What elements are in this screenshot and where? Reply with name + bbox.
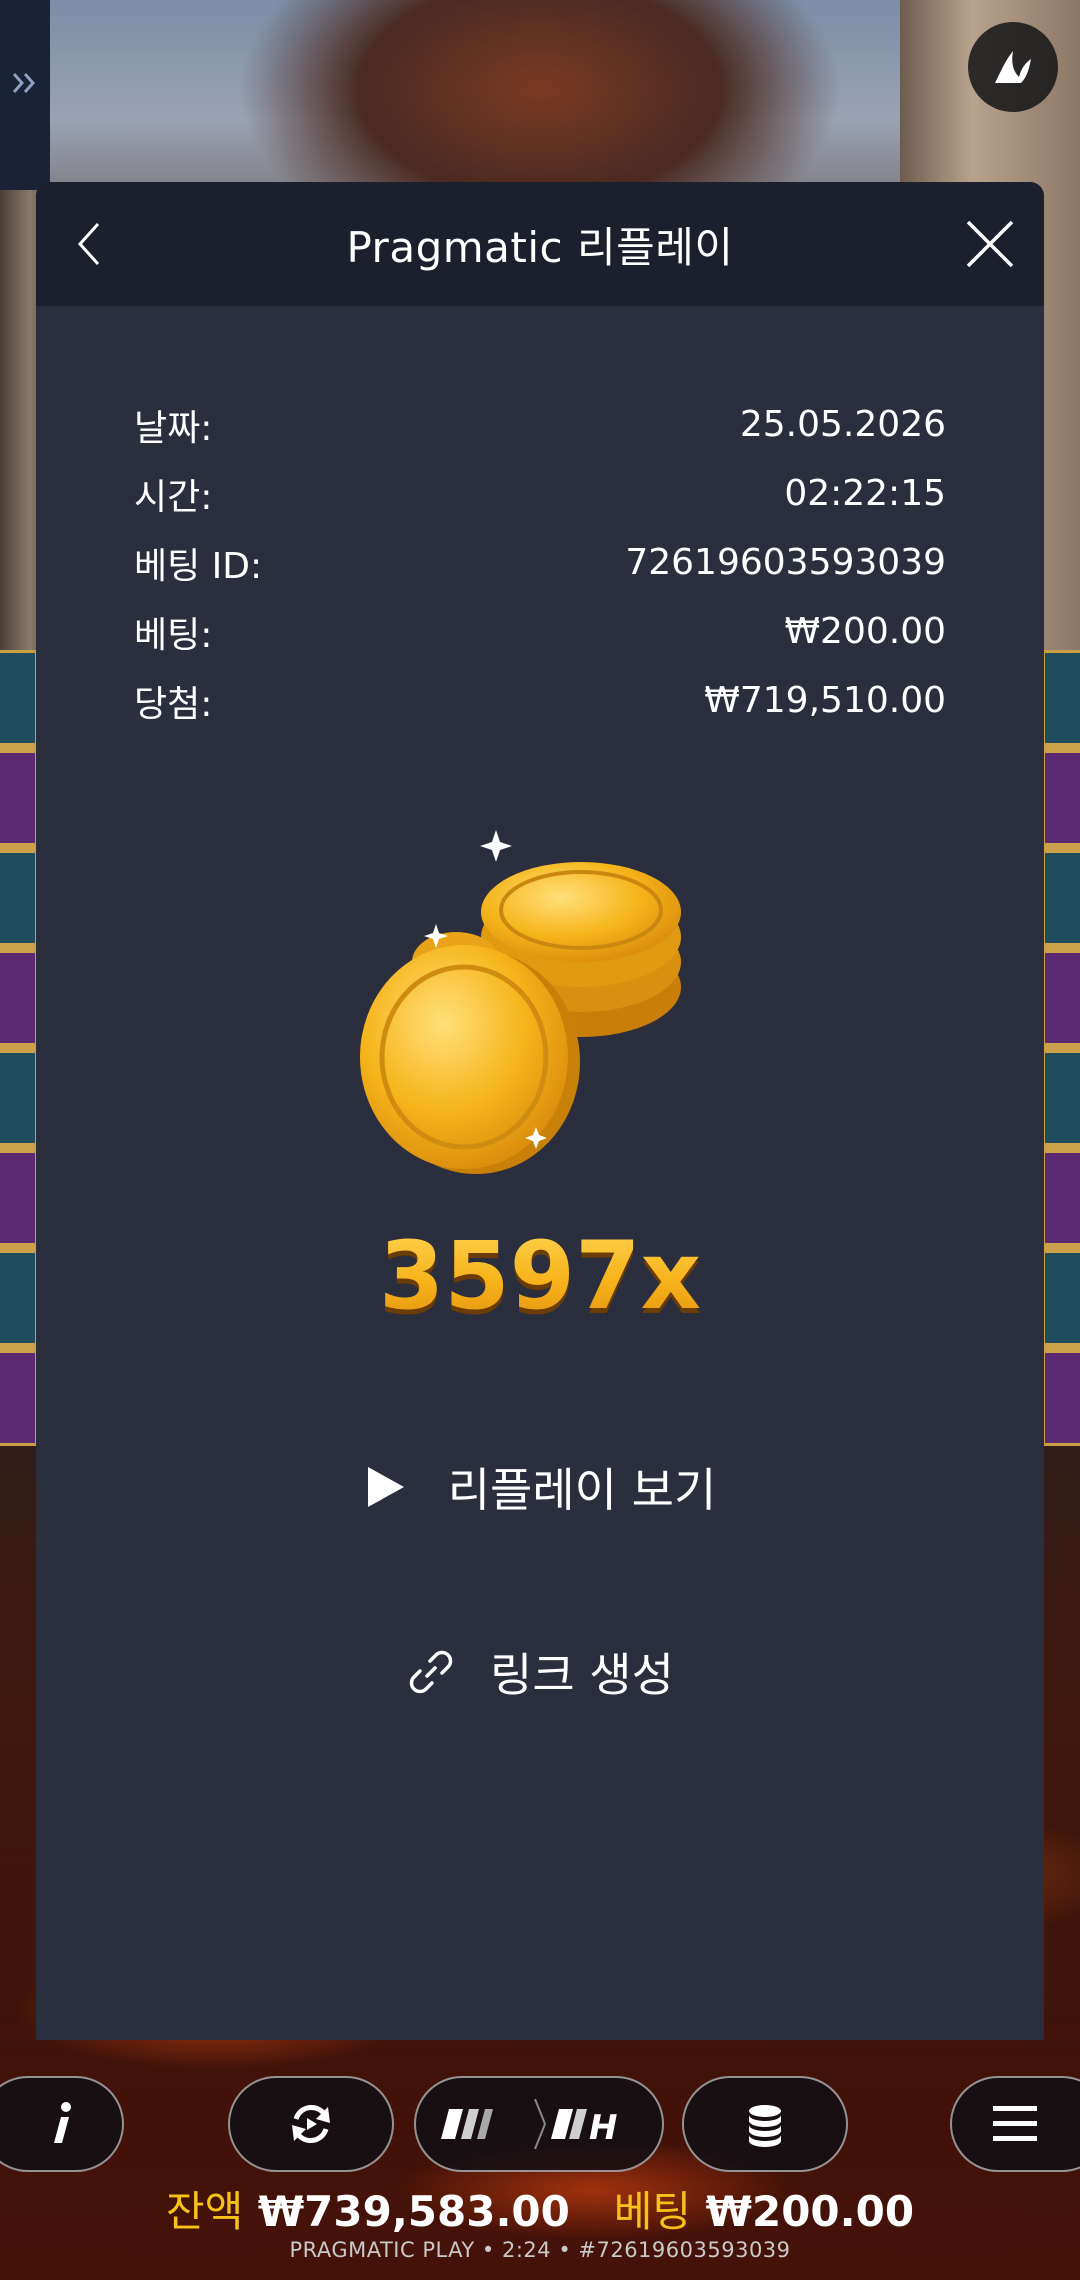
close-icon — [966, 220, 1014, 268]
speed-icon: H — [441, 2099, 617, 2149]
side-panel-toggle[interactable] — [0, 0, 50, 190]
link-icon — [409, 1650, 453, 1694]
info-button[interactable] — [0, 2076, 124, 2172]
bet-info: 날짜: 25.05.2026 시간: 02:22:15 베팅 ID: 72619… — [134, 390, 946, 735]
info-icon — [54, 2102, 71, 2143]
info-label: 날짜: — [134, 407, 213, 449]
reel-strip-right — [1042, 650, 1080, 1446]
balance-value: ₩739,583.00 — [257, 2187, 570, 2236]
create-link-button[interactable]: 링크 생성 — [36, 1632, 1044, 1712]
watch-replay-label: 리플레이 보기 — [447, 1463, 717, 1517]
hamburger-menu-icon — [993, 2106, 1037, 2141]
coins-stack-icon — [749, 2105, 781, 2147]
info-row-win: 당첨: ₩719,510.00 — [134, 666, 946, 735]
replay-modal: Pragmatic 리플레이 날짜: 25.05.2026 시간: 02:22:… — [36, 182, 1044, 2040]
info-value: 72619603593039 — [625, 542, 946, 583]
modal-title: Pragmatic 리플레이 — [346, 222, 734, 272]
info-value: 02:22:15 — [784, 473, 946, 514]
balance-bet-display: 잔액 ₩739,583.00 베팅 ₩200.00 — [0, 2178, 1080, 2239]
double-chevron-right-icon — [12, 73, 36, 93]
footer-info: PRAGMATIC PLAY • 2:24 • #72619603593039 — [289, 2238, 791, 2262]
svg-text:H: H — [589, 2108, 617, 2148]
info-label: 당첨: — [134, 683, 213, 725]
bet-label: 베팅 — [613, 2187, 692, 2236]
info-row-date: 날짜: 25.05.2026 — [134, 390, 946, 459]
modal-header: Pragmatic 리플레이 — [36, 182, 1044, 306]
info-value: ₩719,510.00 — [704, 680, 946, 721]
info-row-bet-id: 베팅 ID: 72619603593039 — [134, 528, 946, 597]
win-multiplier: 3597x — [36, 1222, 1044, 1331]
turbo-speed-button[interactable]: H — [414, 2076, 664, 2172]
info-value: 25.05.2026 — [739, 404, 946, 445]
close-button[interactable] — [954, 208, 1026, 280]
bet-settings-button[interactable] — [682, 2076, 848, 2172]
info-row-bet: 베팅: ₩200.00 — [134, 597, 946, 666]
info-row-time: 시간: 02:22:15 — [134, 459, 946, 528]
info-label: 베팅 ID: — [134, 545, 263, 587]
pragmatic-logo-button[interactable] — [968, 22, 1058, 112]
info-label: 베팅: — [134, 614, 213, 656]
reel-strip-left — [0, 650, 38, 1446]
autoplay-button[interactable] — [228, 2076, 394, 2172]
info-value: ₩200.00 — [784, 611, 946, 652]
bet-value: ₩200.00 — [705, 2187, 915, 2236]
balance-label: 잔액 — [165, 2187, 244, 2236]
info-label: 시간: — [134, 476, 213, 518]
pragmatic-logo-icon — [995, 51, 1031, 83]
gold-coins-illustration — [360, 830, 681, 1174]
autoplay-icon — [292, 2105, 330, 2143]
create-link-label: 링크 생성 — [490, 1648, 674, 1702]
back-button[interactable] — [54, 208, 126, 280]
watch-replay-button[interactable]: 리플레이 보기 — [36, 1447, 1044, 1527]
play-icon — [367, 1467, 404, 1507]
chevron-left-icon — [77, 222, 100, 266]
menu-button[interactable] — [950, 2076, 1080, 2172]
